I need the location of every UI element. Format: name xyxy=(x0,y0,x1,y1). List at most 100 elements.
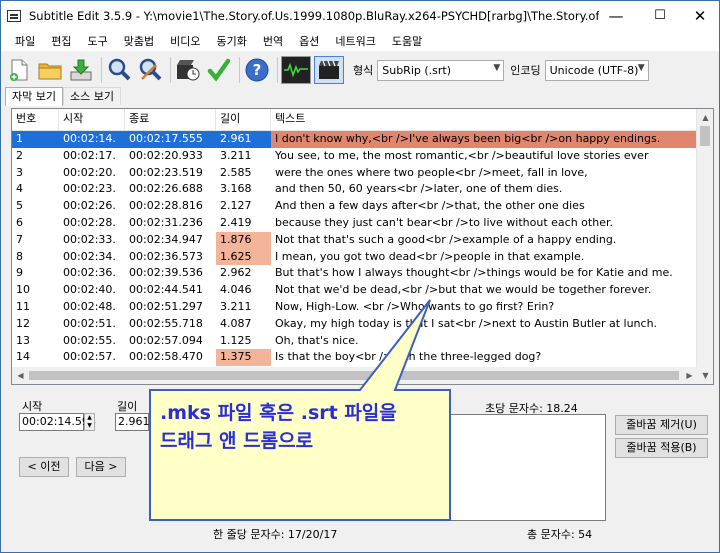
table-row[interactable]: 1 00:02:14. 00:02:17.555 2.961 I don't know … xyxy=(12,131,713,148)
table-row[interactable]: 8 00:02:34. 00:02:36.573 1.625 I mean, you g… xyxy=(12,248,713,266)
table-row[interactable]: 6 00:02:28. 00:02:31.236 2.419 because they … xyxy=(12,215,713,232)
cell-number: 6 xyxy=(16,215,23,229)
new-file-icon[interactable] xyxy=(5,56,33,84)
cell-number: 10 xyxy=(16,283,30,297)
column-end[interactable]: 종료 xyxy=(125,109,216,131)
spell-check-icon[interactable] xyxy=(205,56,233,84)
table-row[interactable]: 3 00:02:20. 00:02:23.519 2.585 were the ones… xyxy=(12,165,713,182)
column-duration[interactable]: 길이 xyxy=(216,109,271,131)
encoding-label: 인코딩 xyxy=(510,64,541,77)
toolbar-separator xyxy=(239,57,240,83)
format-select[interactable]: SubRip (.srt) ▼ xyxy=(377,59,505,81)
menu-network[interactable]: 네트워크 xyxy=(327,33,383,49)
column-number[interactable]: 번호 xyxy=(12,109,59,131)
table-row[interactable]: 14 00:02:57. 00:02:58.470 1.375 Is that the … xyxy=(12,349,713,367)
table-row[interactable]: 12 00:02:51. 00:02:55.718 4.087 Okay, my hig… xyxy=(12,316,713,333)
menu-edit[interactable]: 편집 xyxy=(43,33,79,49)
cell-start: 00:02:40. xyxy=(63,283,116,297)
auto-linebreak-button[interactable]: 줄바꿈 적용(B) xyxy=(615,438,708,458)
cell-number: 7 xyxy=(16,232,23,246)
cell-end: 00:02:31.236 xyxy=(129,215,203,229)
toolbar-separator xyxy=(277,57,278,83)
cell-text: Not that that's such a good<br />example… xyxy=(275,232,617,246)
help-icon[interactable]: ? xyxy=(243,56,271,84)
maximize-button[interactable]: ☐ xyxy=(639,1,681,30)
subtitle-grid[interactable]: 번호 시작 종료 길이 텍스트 1 00:02:14. 00:02:17.555 2.… xyxy=(11,108,714,385)
menu-sync[interactable]: 동기화 xyxy=(209,33,255,49)
waveform-icon[interactable] xyxy=(281,56,311,84)
cell-number: 5 xyxy=(16,199,23,213)
scroll-up-icon[interactable]: ▲ xyxy=(697,109,713,126)
close-button[interactable]: ✕ xyxy=(679,1,720,30)
cell-end: 00:02:39.536 xyxy=(129,266,203,280)
menu-translate[interactable]: 번역 xyxy=(255,33,291,49)
video-icon[interactable] xyxy=(314,56,344,84)
scroll-left-icon[interactable]: ◀ xyxy=(12,367,29,384)
cell-end: 00:02:28.816 xyxy=(129,199,203,213)
menu-tools[interactable]: 도구 xyxy=(80,33,116,49)
scroll-down-icon[interactable]: ▼ xyxy=(697,367,713,384)
cell-start: 00:02:28. xyxy=(63,215,116,229)
window-title: Subtitle Edit 3.5.9 - Y:\movie1\The.Stor… xyxy=(29,8,599,23)
remove-linebreak-button[interactable]: 줄바꿈 제거(U) xyxy=(615,415,708,435)
table-row[interactable]: 9 00:02:36. 00:02:39.536 2.962 But that's ho… xyxy=(12,265,713,282)
chevron-down-icon: ▼ xyxy=(493,62,501,73)
cell-number: 14 xyxy=(16,350,30,364)
scroll-thumb[interactable] xyxy=(29,371,679,380)
menu-options[interactable]: 옵션 xyxy=(291,33,327,49)
horizontal-scrollbar[interactable]: ◀ ▶ xyxy=(12,367,698,384)
vertical-scrollbar[interactable]: ▲ ▼ xyxy=(696,109,713,384)
cell-start: 00:02:34. xyxy=(63,249,116,263)
duration-input[interactable]: 2.961 xyxy=(115,413,150,431)
callout-line-2: 드래그 앤 드롬으로 xyxy=(160,430,314,452)
tab-subtitle-view[interactable]: 자막 보기 xyxy=(5,87,63,106)
column-text[interactable]: 텍스트 xyxy=(271,109,696,131)
download-icon[interactable] xyxy=(67,56,95,84)
cell-duration: 2.585 xyxy=(220,165,252,179)
scroll-thumb[interactable] xyxy=(700,126,710,146)
cell-start: 00:02:51. xyxy=(63,316,116,330)
cell-end: 00:02:36.573 xyxy=(129,249,203,263)
table-row[interactable]: 10 00:02:40. 00:02:44.541 4.046 Not that we'… xyxy=(12,282,713,299)
cell-number: 2 xyxy=(16,148,23,162)
table-row[interactable]: 7 00:02:33. 00:02:34.947 1.876 Not that that… xyxy=(12,231,713,249)
table-row[interactable]: 13 00:02:55. 00:02:57.094 1.125 Oh, that's n… xyxy=(12,333,713,350)
menu-bar: 파일 편집 도구 맞춤법 비디오 동기화 번역 옵션 네트워크 도움말 xyxy=(1,30,719,51)
cell-number: 11 xyxy=(16,299,30,313)
app-icon xyxy=(7,9,21,22)
cell-number: 8 xyxy=(16,249,23,263)
menu-spellcheck[interactable]: 맞춤법 xyxy=(116,33,162,49)
cell-text: I don't know why,<br />I've always been … xyxy=(271,131,696,148)
visual-sync-icon[interactable] xyxy=(174,56,202,84)
cell-duration: 2.419 xyxy=(220,215,252,229)
table-row[interactable]: 5 00:02:26. 00:02:28.816 2.127 And then a fe… xyxy=(12,198,713,215)
column-start[interactable]: 시작 xyxy=(59,109,125,131)
find-icon[interactable] xyxy=(105,56,133,84)
minimize-button[interactable]: — xyxy=(595,1,637,30)
table-row[interactable]: 2 00:02:17. 00:02:20.933 3.211 You see, to m… xyxy=(12,148,713,165)
scroll-right-icon[interactable]: ▶ xyxy=(681,367,698,384)
toolbar-separator xyxy=(170,57,171,83)
cell-text: were the ones where two people<br />meet… xyxy=(275,165,588,179)
next-button[interactable]: 다음 > xyxy=(76,457,126,477)
cell-text: Now, High-Low. <br />Who wants to go fir… xyxy=(275,299,555,313)
cell-end: 00:02:44.541 xyxy=(129,283,203,297)
cell-end: 00:02:55.718 xyxy=(129,316,203,330)
format-value: SubRip (.srt) xyxy=(382,63,452,77)
start-time-input[interactable]: 00:02:14.594 xyxy=(19,413,96,431)
cell-end: 00:02:20.933 xyxy=(129,148,203,162)
replace-icon[interactable] xyxy=(136,56,164,84)
tab-source-view[interactable]: 소스 보기 xyxy=(62,87,121,105)
encoding-select[interactable]: Unicode (UTF-8) ▼ xyxy=(544,59,649,81)
menu-help[interactable]: 도움말 xyxy=(384,33,430,49)
prev-button[interactable]: < 이전 xyxy=(19,457,69,477)
menu-file[interactable]: 파일 xyxy=(7,33,43,49)
cell-number: 12 xyxy=(16,316,30,330)
table-row[interactable]: 4 00:02:23. 00:02:26.688 3.168 and then 50, … xyxy=(12,181,713,198)
table-row[interactable]: 11 00:02:48. 00:02:51.297 3.211 Now, High-Lo… xyxy=(12,299,713,316)
open-folder-icon[interactable] xyxy=(36,56,64,84)
start-time-spinner[interactable]: ▲ ▼ xyxy=(84,413,95,431)
cell-duration: 3.168 xyxy=(220,182,252,196)
cell-end: 00:02:17.555 xyxy=(129,132,203,145)
menu-video[interactable]: 비디오 xyxy=(162,33,208,49)
